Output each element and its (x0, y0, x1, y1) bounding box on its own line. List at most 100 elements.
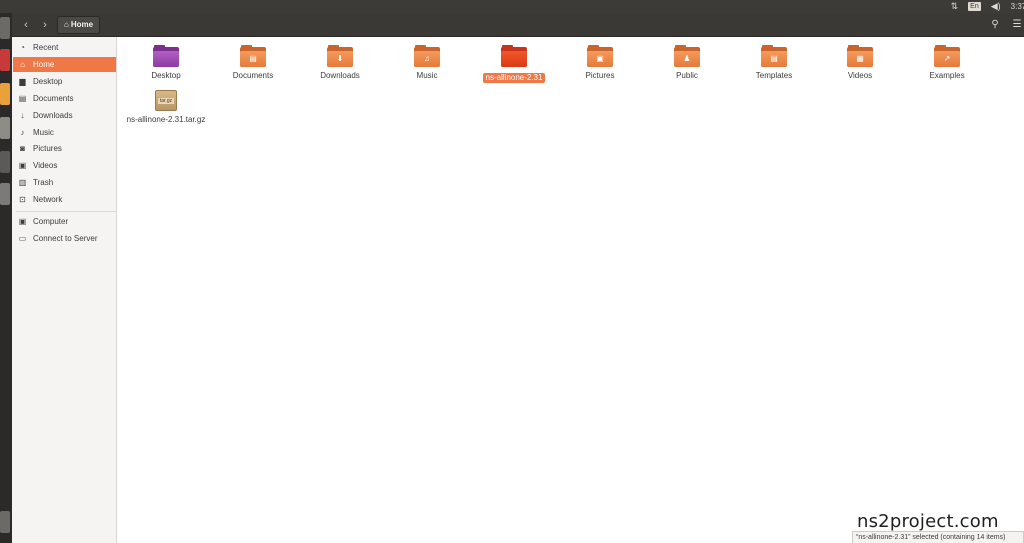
file-name: Pictures (585, 71, 615, 80)
launcher-app-icon[interactable] (0, 183, 10, 205)
sidebar-item-label: Desktop (33, 77, 63, 86)
launcher-app-icon[interactable] (0, 83, 10, 105)
launcher-app-icon[interactable] (0, 49, 10, 71)
keyboard-layout-indicator[interactable]: En (968, 2, 981, 11)
file-name: Music (416, 71, 438, 80)
videos-folder-icon: ▦ (847, 45, 873, 67)
computer-icon: ▣ (18, 217, 27, 226)
sidebar-item-label: Connect to Server (33, 234, 98, 243)
launcher-app-icon[interactable] (0, 511, 10, 533)
file-grid: Desktop ▤ Documents ⬇ Downloads ♫ Music … (118, 37, 1024, 543)
desktop-folder-icon (153, 45, 179, 67)
clock-time[interactable]: 3:37 AM (1011, 0, 1024, 13)
speaker-icon[interactable]: ◀) (991, 0, 1001, 13)
sidebar-item-trash[interactable]: ▥ Trash (13, 175, 116, 190)
view-options-button[interactable]: ☰ (1006, 16, 1024, 34)
file-item-documents[interactable]: ▤ Documents (211, 45, 295, 81)
camera-icon: ◙ (20, 144, 25, 153)
launcher-app-icon[interactable] (0, 151, 10, 173)
file-item-examples[interactable]: ↗ Examples (905, 45, 989, 81)
home-icon: ⌂ (20, 60, 25, 69)
file-item-desktop[interactable]: Desktop (124, 45, 208, 81)
file-item-ns-allinone-folder[interactable]: ns-allinone-2.31 (472, 45, 556, 85)
server-icon: ▭ (18, 234, 27, 243)
sidebar-item-label: Recent (33, 43, 59, 52)
sidebar-item-music[interactable]: ♪ Music (13, 125, 116, 140)
back-button[interactable]: ‹ (17, 17, 35, 33)
file-item-music[interactable]: ♫ Music (385, 45, 469, 81)
breadcrumb-home[interactable]: ⌂ Home (57, 16, 101, 34)
file-manager-toolbar: ‹ › ⌂ Home ⚲ ☰ (12, 13, 1024, 37)
top-panel-indicators: ⇅ En ◀) 3:37 AM (951, 0, 1024, 13)
trash-icon: ▥ (18, 178, 27, 187)
templates-folder-icon: ▤ (761, 45, 787, 67)
sidebar-item-desktop[interactable]: ▆ Desktop (13, 74, 116, 89)
file-name: Public (676, 71, 698, 80)
launcher-app-icon[interactable] (0, 17, 10, 39)
sidebar-divider (16, 211, 116, 212)
file-name-selected: ns-allinone-2.31 (482, 73, 546, 83)
sidebar-item-computer[interactable]: ▣ Computer (13, 214, 116, 229)
sidebar-item-label: Pictures (33, 144, 62, 153)
network-icon: ⊡ (19, 195, 26, 204)
file-name: Templates (755, 71, 793, 80)
file-item-videos[interactable]: ▦ Videos (818, 45, 902, 81)
file-item-templates[interactable]: ▤ Templates (732, 45, 816, 81)
clock-icon: ◔ (20, 43, 25, 52)
pictures-folder-icon: ▣ (587, 45, 613, 67)
sidebar-item-label: Trash (33, 178, 54, 187)
film-icon: ▣ (18, 161, 27, 170)
archive-icon: tar.gz (153, 89, 179, 111)
sidebar-item-label: Computer (33, 217, 69, 226)
sidebar-item-label: Documents (33, 94, 74, 103)
file-name: Downloads (320, 71, 360, 80)
home-icon: ⌂ (64, 20, 69, 29)
chevron-left-icon: ‹ (24, 19, 28, 31)
file-item-downloads[interactable]: ⬇ Downloads (298, 45, 382, 81)
transfer-arrows-icon[interactable]: ⇅ (951, 0, 959, 13)
file-name: ns-allinone-2.31.tar.gz (126, 115, 206, 124)
sidebar-item-downloads[interactable]: ↓ Downloads (13, 108, 116, 123)
sidebar-item-network[interactable]: ⊡ Network (13, 192, 116, 207)
sidebar-item-connect-to-server[interactable]: ▭ Connect to Server (13, 231, 116, 246)
sidebar-item-label: Music (33, 128, 54, 137)
top-panel: ⇅ En ◀) 3:37 AM (0, 0, 1024, 13)
watermark: ns2project.com (857, 511, 999, 532)
sidebar-item-label: Network (33, 195, 63, 204)
search-button[interactable]: ⚲ (984, 16, 1006, 34)
music-icon: ♪ (20, 128, 25, 137)
breadcrumb-label: Home (70, 20, 94, 29)
sidebar-item-home[interactable]: ⌂ Home (13, 57, 116, 72)
sidebar-item-documents[interactable]: ▤ Documents (13, 91, 116, 106)
sidebar-item-label: Downloads (33, 111, 73, 120)
forward-button[interactable]: › (36, 17, 54, 33)
file-name: Videos (847, 71, 873, 80)
public-folder-icon: ♟ (674, 45, 700, 67)
downloads-folder-icon: ⬇ (327, 45, 353, 67)
places-sidebar: ◔ Recent ⌂ Home ▆ Desktop ▤ Documents ↓ Downl… (12, 37, 117, 543)
file-item-pictures[interactable]: ▣ Pictures (558, 45, 642, 81)
file-name: Documents (232, 71, 274, 80)
chevron-right-icon: › (43, 19, 47, 31)
launcher (0, 13, 12, 543)
status-bar: “ns-allinone-2.31” selected (containing … (852, 531, 1024, 543)
sidebar-item-label: Home (33, 60, 55, 69)
list-view-icon: ☰ (1012, 19, 1022, 30)
file-item-public[interactable]: ♟ Public (645, 45, 729, 81)
sidebar-item-pictures[interactable]: ◙ Pictures (13, 141, 116, 156)
file-name: Examples (929, 71, 965, 80)
music-folder-icon: ♫ (414, 45, 440, 67)
search-icon: ⚲ (991, 19, 999, 30)
sidebar-item-recent[interactable]: ◔ Recent (13, 40, 116, 55)
launcher-app-icon[interactable] (0, 117, 10, 139)
examples-folder-icon: ↗ (934, 45, 960, 67)
download-icon: ↓ (20, 111, 25, 120)
file-name: Desktop (151, 71, 181, 80)
sidebar-item-label: Videos (33, 161, 58, 170)
sidebar-item-videos[interactable]: ▣ Videos (13, 158, 116, 173)
document-icon: ▤ (18, 94, 27, 103)
selected-folder-icon (501, 45, 527, 67)
desktop-icon: ▆ (19, 77, 26, 86)
documents-folder-icon: ▤ (240, 45, 266, 67)
file-item-ns-allinone-archive[interactable]: tar.gz ns-allinone-2.31.tar.gz (124, 89, 208, 125)
